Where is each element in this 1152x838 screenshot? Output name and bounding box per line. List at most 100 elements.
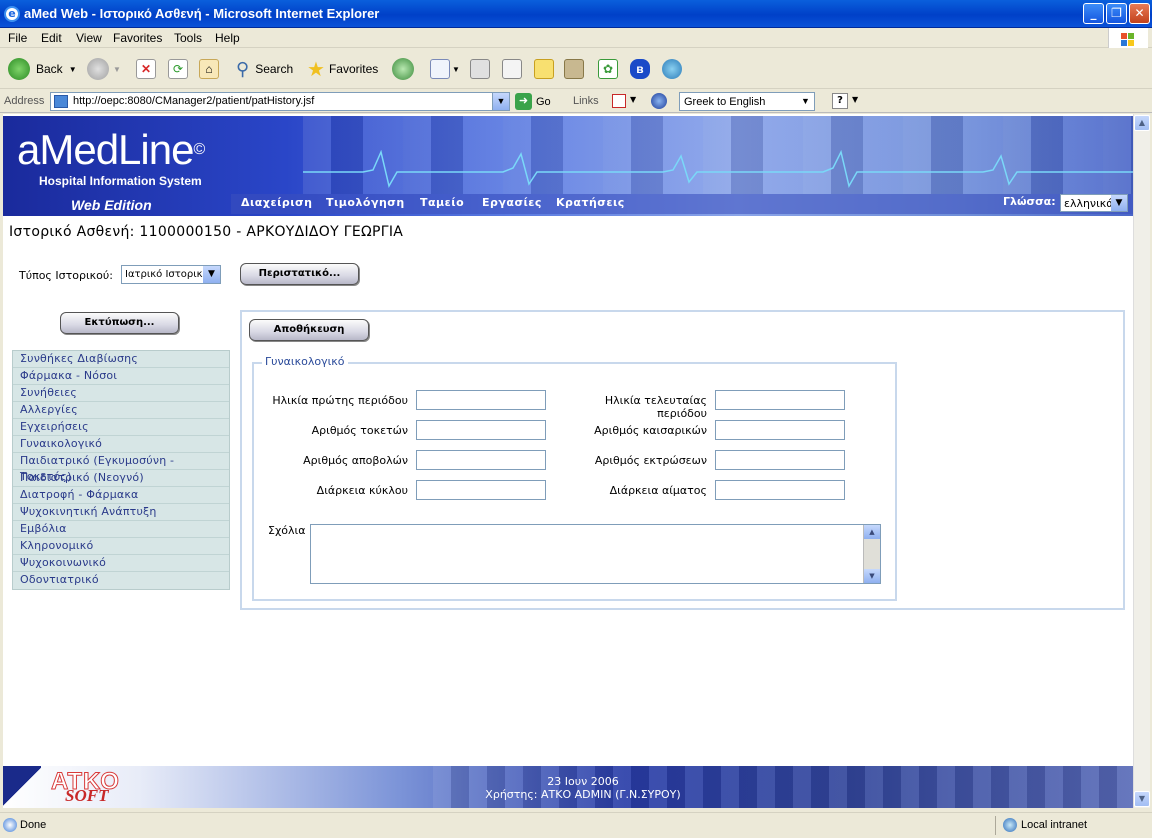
- back-button[interactable]: Back ▼: [8, 57, 77, 81]
- messenger-button[interactable]: [662, 57, 682, 81]
- go-arrow-icon: ➜: [515, 93, 532, 110]
- births-input[interactable]: [416, 420, 546, 440]
- language-dropdown[interactable]: ▼: [1111, 195, 1127, 211]
- scroll-up-arrow-icon[interactable]: ▲: [1134, 115, 1150, 131]
- refresh-button[interactable]: ⟳: [168, 57, 188, 81]
- bluetooth-button[interactable]: ʙ: [630, 57, 650, 81]
- edit-page-icon: [502, 59, 522, 79]
- print-toolbar-button[interactable]: [470, 57, 490, 81]
- stop-button[interactable]: ✕: [136, 57, 156, 81]
- page-icon: [54, 95, 68, 108]
- sidebar-item-hereditary[interactable]: Κληρονομικό: [13, 538, 229, 555]
- address-bar: Address http://oepc:8080/CManager2/patie…: [0, 90, 1152, 113]
- windows-flag-icon: [1108, 28, 1148, 48]
- status-bar: Done Local intranet: [0, 812, 1152, 838]
- back-label: Back: [36, 62, 63, 76]
- bleeding-duration-input[interactable]: [715, 480, 845, 500]
- save-button[interactable]: Αποθήκευση: [249, 319, 369, 341]
- sidebar-item-allergies[interactable]: Αλλεργίες: [13, 402, 229, 419]
- amedline-logo: aMedLine©: [17, 126, 205, 173]
- research-button[interactable]: [564, 57, 584, 81]
- menu-help[interactable]: Help: [215, 31, 240, 45]
- icq-button[interactable]: ✿: [598, 57, 618, 81]
- minimize-button[interactable]: _: [1083, 3, 1104, 24]
- menu-view[interactable]: View: [76, 31, 102, 45]
- language-select[interactable]: ελληνικά ▼: [1060, 194, 1128, 212]
- sidebar-item-psychomotor[interactable]: Ψυχοκινητική Ανάπτυξη: [13, 504, 229, 521]
- edit-button[interactable]: [502, 57, 522, 81]
- field-label-cycle-duration: Διάρκεια κύκλου: [316, 484, 408, 497]
- maximize-button[interactable]: ❐: [1106, 3, 1127, 24]
- sidebar-item-dental[interactable]: Οδοντιατρικό: [13, 572, 229, 589]
- mail-button[interactable]: ▼: [430, 57, 460, 81]
- nav-bookings[interactable]: Κρατήσεις: [556, 196, 625, 209]
- sidebar-item-habits[interactable]: Συνήθειες: [13, 385, 229, 402]
- language-value: ελληνικά: [1064, 197, 1114, 210]
- menu-edit[interactable]: Edit: [41, 31, 62, 45]
- menu-favorites[interactable]: Favorites: [113, 31, 162, 45]
- history-type-select[interactable]: Ιατρικό Ιστορικό ▼: [121, 265, 221, 284]
- comments-textarea[interactable]: ▲ ▼: [310, 524, 881, 584]
- research-icon: [564, 59, 584, 79]
- ekg-line-icon: [303, 150, 1133, 189]
- sidebar-item-pediatric-pregnancy[interactable]: Παιδιατρικό (Εγκυμοσύνη - Τοκετός): [13, 453, 229, 483]
- star-icon: ★: [307, 58, 325, 81]
- page-viewport: aMedLine© Hospital Information System We…: [3, 114, 1133, 808]
- cycle-duration-input[interactable]: [416, 480, 546, 500]
- sidebar-item-living-conditions[interactable]: Συνθήκες Διαβίωσης: [13, 351, 229, 368]
- go-button[interactable]: ➜ Go: [515, 93, 551, 110]
- sidebar-item-gynecological[interactable]: Γυναικολογικό: [13, 436, 229, 453]
- favorites-button[interactable]: ★ Favorites: [307, 57, 378, 81]
- refresh-icon: ⟳: [168, 59, 188, 79]
- page-done-icon: [3, 818, 17, 832]
- search-button[interactable]: ⚲ Search: [236, 57, 293, 81]
- sidebar-item-vaccines[interactable]: Εμβόλια: [13, 521, 229, 538]
- sidebar-item-surgeries[interactable]: Εγχειρήσεις: [13, 419, 229, 436]
- abortions-input[interactable]: [715, 450, 845, 470]
- translate-dropdown[interactable]: ▼: [797, 93, 814, 110]
- history-button[interactable]: [392, 57, 414, 81]
- nav-tasks[interactable]: Εργασίες: [482, 196, 542, 209]
- forward-button[interactable]: ▼: [87, 57, 121, 81]
- language-label: Γλώσσα:: [1003, 195, 1056, 208]
- discuss-button[interactable]: [534, 57, 554, 81]
- translate-select[interactable]: Greek to English ▼: [679, 92, 815, 111]
- cesareans-input[interactable]: [715, 420, 845, 440]
- history-type-dropdown[interactable]: ▼: [203, 266, 220, 283]
- note-icon: [534, 59, 554, 79]
- scroll-up-icon[interactable]: ▲: [864, 525, 880, 539]
- miscarriages-input[interactable]: [416, 450, 546, 470]
- sidebar-item-drugs-diseases[interactable]: Φάρμακα - Νόσοι: [13, 368, 229, 385]
- help-icon[interactable]: ?: [832, 93, 848, 109]
- address-dropdown[interactable]: ▼: [492, 93, 509, 110]
- pdf-icon[interactable]: [612, 94, 626, 108]
- links-button[interactable]: Links: [573, 95, 599, 107]
- history-type-label: Τύπος Ιστορικού:: [19, 269, 113, 282]
- sidebar-item-pediatric-newborn[interactable]: Παιδιατρικό (Νεογνό): [13, 470, 229, 487]
- close-button[interactable]: ✕: [1129, 3, 1150, 24]
- nav-cashier[interactable]: Ταμείο: [420, 196, 464, 209]
- page-scrollbar[interactable]: ▲ ▼: [1133, 114, 1150, 808]
- incidents-button[interactable]: Περιστατικό...: [240, 263, 359, 285]
- comments-scrollbar[interactable]: ▲ ▼: [863, 525, 880, 583]
- sidebar-item-psychosocial[interactable]: Ψυχοκοινωνικό: [13, 555, 229, 572]
- bluetooth-icon: ʙ: [630, 59, 650, 79]
- translate-value: Greek to English: [684, 96, 766, 108]
- toolbar: Back ▼ ▼ ✕ ⟳ ⌂ ⚲ Search ★ Favorites ▼ ✿ …: [0, 49, 1152, 89]
- menu-tools[interactable]: Tools: [174, 31, 202, 45]
- logo-subtitle: Hospital Information System: [39, 174, 202, 188]
- menu-file[interactable]: File: [8, 31, 27, 45]
- first-period-age-input[interactable]: [416, 390, 546, 410]
- sidebar-item-nutrition-drugs[interactable]: Διατροφή - Φάρμακα: [13, 487, 229, 504]
- print-button[interactable]: Εκτύπωση...: [60, 312, 179, 334]
- nav-invoicing[interactable]: Τιμολόγηση: [326, 196, 405, 209]
- address-input[interactable]: http://oepc:8080/CManager2/patient/patHi…: [50, 92, 510, 111]
- home-button[interactable]: ⌂: [199, 57, 219, 81]
- nav-administration[interactable]: Διαχείριση: [241, 196, 312, 209]
- favorites-label: Favorites: [328, 62, 379, 76]
- scroll-down-icon[interactable]: ▼: [864, 569, 880, 583]
- field-label-births: Αριθμός τοκετών: [311, 424, 408, 437]
- go-label: Go: [536, 95, 551, 108]
- scroll-down-arrow-icon[interactable]: ▼: [1134, 791, 1150, 807]
- last-period-age-input[interactable]: [715, 390, 845, 410]
